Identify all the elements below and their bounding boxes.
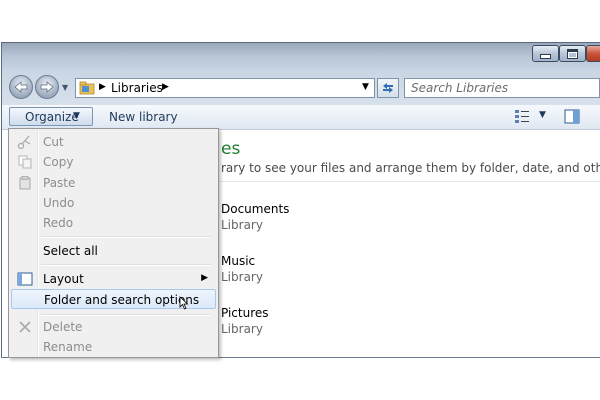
libraries-heading: es — [221, 139, 241, 159]
library-type: Library — [221, 218, 263, 232]
scissors-icon — [17, 135, 31, 149]
library-name: Pictures — [221, 306, 269, 320]
menu-item-cut[interactable]: Cut — [11, 132, 216, 152]
preview-pane-icon[interactable] — [564, 109, 580, 124]
command-bar: Organize ▼ New library ▼ — [2, 105, 600, 130]
chevron-down-icon: ▼ — [73, 111, 80, 121]
refresh-button[interactable] — [377, 78, 399, 98]
organize-label: Organize — [25, 110, 79, 124]
menu-separator — [41, 236, 211, 238]
search-box[interactable] — [404, 78, 600, 98]
menu-item-rename[interactable]: Rename — [11, 337, 216, 357]
menu-item-paste[interactable]: Paste — [11, 173, 216, 193]
address-bar[interactable]: ▶ Libraries ▶ ▼ — [75, 78, 375, 98]
breadcrumb-separator-icon[interactable]: ▶ — [99, 82, 106, 92]
organize-menu: Cut Copy Paste Undo Redo Select all Layo… — [8, 128, 219, 358]
library-item-music[interactable]: Music Library — [221, 254, 263, 284]
layout-icon — [17, 272, 33, 286]
content-divider — [216, 181, 600, 182]
libraries-folder-icon — [79, 81, 95, 95]
libraries-description: rary to see your files and arrange them … — [221, 161, 600, 175]
address-row: ▼ ▶ Libraries ▶ ▼ — [2, 69, 600, 105]
menu-separator — [41, 264, 211, 266]
forward-button[interactable] — [35, 75, 59, 99]
menu-item-delete[interactable]: Delete — [11, 317, 216, 337]
library-type: Library — [221, 322, 263, 336]
organize-button[interactable]: Organize ▼ — [9, 107, 93, 126]
search-input[interactable] — [405, 79, 591, 97]
paste-icon — [19, 176, 31, 190]
menu-item-layout[interactable]: Layout ▶ — [11, 269, 216, 289]
copy-icon — [18, 155, 32, 169]
delete-x-icon — [19, 321, 31, 333]
library-item-documents[interactable]: Documents Library — [221, 202, 289, 232]
address-history-dropdown-icon[interactable]: ▼ — [362, 82, 369, 92]
menu-item-redo[interactable]: Redo — [11, 213, 216, 233]
refresh-icon — [383, 83, 393, 93]
library-name: Documents — [221, 202, 290, 216]
recent-pages-dropdown-icon[interactable]: ▼ — [62, 83, 68, 92]
library-item-pictures[interactable]: Pictures Library — [221, 306, 269, 336]
new-library-button[interactable]: New library — [109, 110, 178, 124]
breadcrumb-libraries[interactable]: Libraries — [111, 81, 163, 95]
menu-item-undo[interactable]: Undo — [11, 193, 216, 213]
close-button[interactable] — [586, 45, 600, 62]
back-button[interactable] — [9, 75, 33, 99]
minimize-button[interactable] — [532, 45, 559, 62]
forward-arrow-icon — [40, 81, 54, 93]
library-type: Library — [221, 270, 263, 284]
maximize-button[interactable] — [559, 45, 586, 62]
maximize-icon — [567, 48, 578, 59]
minimize-icon — [540, 54, 551, 59]
breadcrumb-separator-icon[interactable]: ▶ — [162, 82, 169, 92]
menu-separator — [41, 314, 211, 316]
mouse-pointer-icon — [179, 296, 189, 310]
submenu-arrow-icon: ▶ — [201, 273, 208, 283]
more-views-dropdown-icon[interactable]: ▼ — [539, 110, 546, 120]
title-bar[interactable] — [2, 43, 600, 69]
library-name: Music — [221, 254, 256, 268]
menu-item-copy[interactable]: Copy — [11, 152, 216, 172]
menu-item-select-all[interactable]: Select all — [11, 241, 216, 261]
change-view-icon[interactable] — [514, 109, 530, 124]
back-arrow-icon — [14, 81, 28, 93]
